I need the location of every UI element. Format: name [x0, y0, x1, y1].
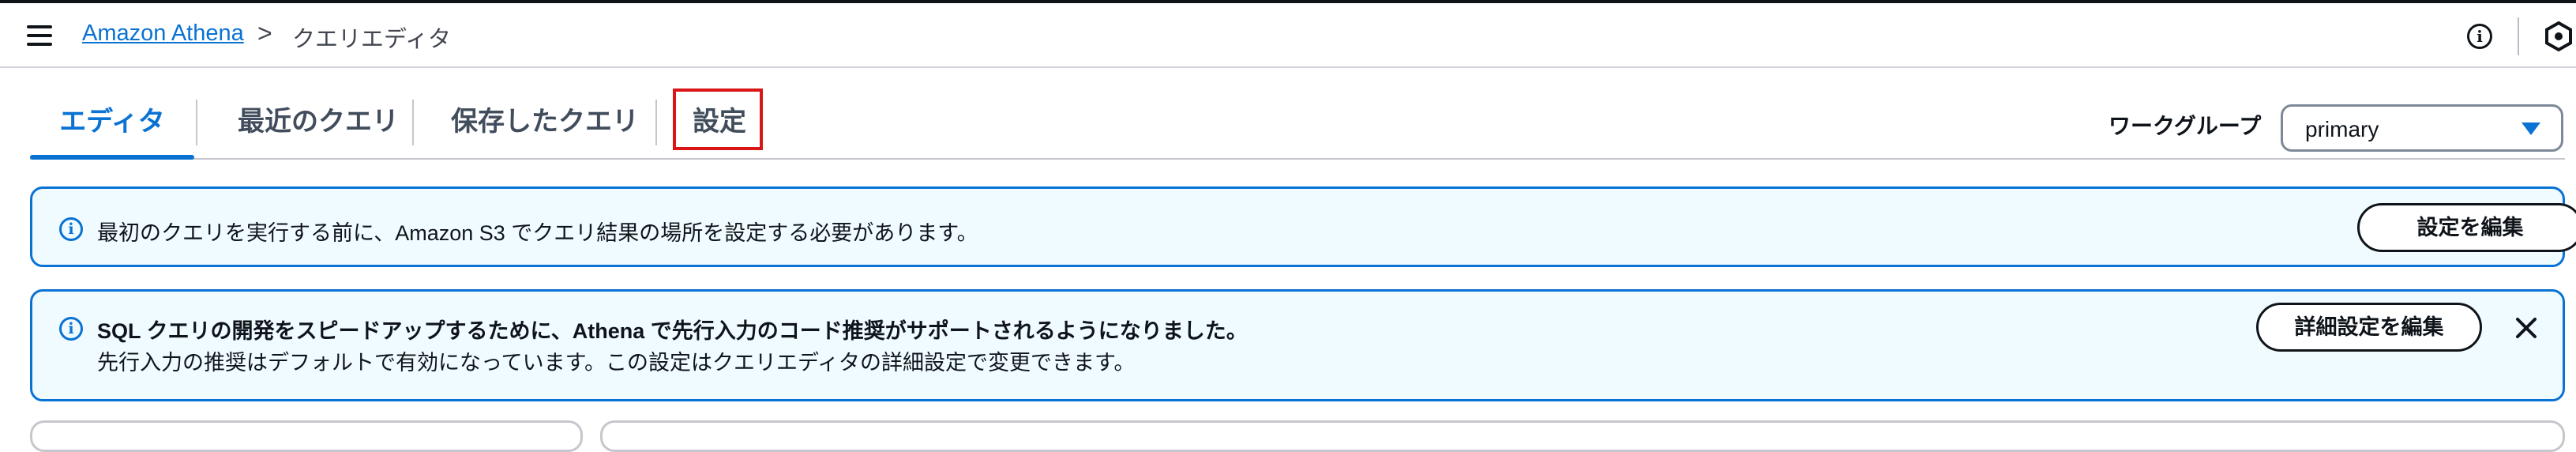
autocomplete-alert: i SQL クエリの開発をスピードアップするために、Athena で先行入力のコ… [30, 289, 2565, 401]
info-icon[interactable]: i [2467, 24, 2492, 49]
top-header: Amazon Athena > クエリエディタ i [0, 3, 2576, 68]
close-icon[interactable] [2510, 312, 2542, 344]
workgroup-select[interactable]: primary [2281, 104, 2563, 152]
alert-title: SQL クエリの開発をスピードアップするために、Athena で先行入力のコード… [97, 319, 1248, 343]
info-icon: i [59, 217, 83, 241]
tab-divider [655, 100, 657, 145]
data-panel [30, 420, 583, 452]
info-icon: i [59, 317, 83, 341]
edit-preferences-button[interactable]: 詳細設定を編集 [2256, 303, 2482, 352]
tab-settings[interactable]: 設定 [676, 95, 763, 158]
alert-body: 先行入力の推奨はデフォルトで有効になっています。この設定はクエリエディタの詳細設… [97, 351, 1136, 375]
tab-divider [412, 100, 414, 145]
menu-icon[interactable] [27, 25, 52, 47]
tab-editor[interactable]: エディタ [30, 95, 194, 160]
header-divider [2518, 17, 2519, 55]
tab-saved-queries[interactable]: 保存したクエリ [428, 95, 662, 158]
tab-divider [196, 100, 197, 145]
workgroup-value: primary [2305, 117, 2379, 141]
breadcrumb-athena-link[interactable]: Amazon Athena [82, 21, 244, 47]
breadcrumb-current: クエリエディタ [292, 27, 451, 52]
alert-message: 最初のクエリを実行する前に、Amazon S3 でクエリ結果の場所を設定する必要… [97, 221, 978, 245]
results-location-alert: i 最初のクエリを実行する前に、Amazon S3 でクエリ結果の場所を設定する… [30, 186, 2576, 267]
settings-hex-icon[interactable] [2543, 21, 2574, 52]
query-panel [600, 420, 2565, 452]
workgroup-label: ワークグループ [2108, 114, 2262, 138]
edit-settings-button[interactable]: 設定を編集 [2357, 203, 2576, 252]
tab-recent-queries[interactable]: 最近のクエリ [212, 95, 425, 158]
caret-down-icon [2522, 122, 2540, 135]
breadcrumb-separator: > [257, 19, 272, 47]
